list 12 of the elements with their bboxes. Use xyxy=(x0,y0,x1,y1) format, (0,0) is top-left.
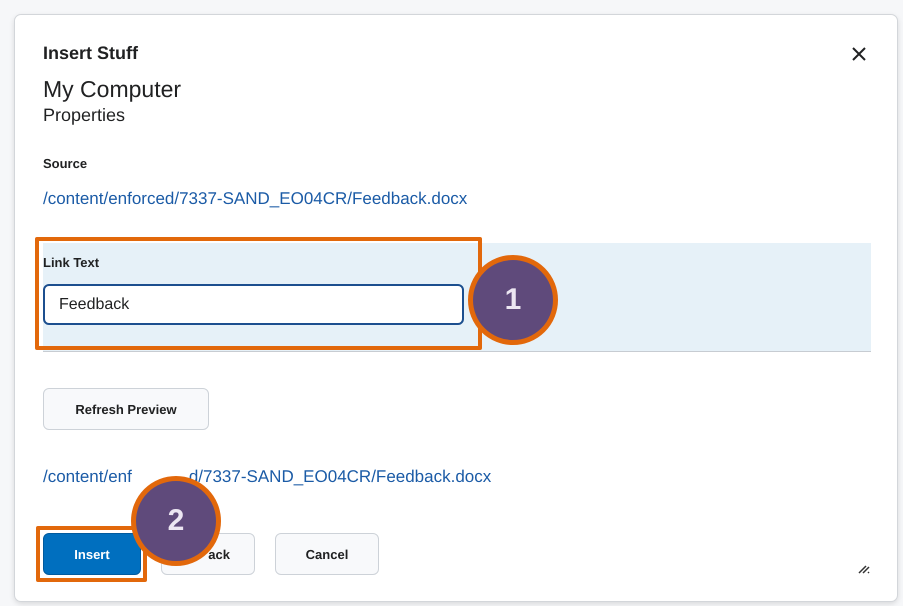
dialog-heading: My Computer xyxy=(43,76,182,103)
source-label: Source xyxy=(43,156,88,171)
refresh-preview-button[interactable]: Refresh Preview xyxy=(43,388,209,430)
preview-link[interactable]: /content/enf xyxy=(43,467,132,487)
source-link[interactable]: /content/enforced/7337-SAND_EO04CR/Feedback.docx xyxy=(43,189,468,209)
dialog-button[interactable]: Cancel xyxy=(275,533,379,575)
insert-button[interactable]: Insert xyxy=(43,533,141,575)
dialog-title: Insert Stuff xyxy=(43,43,138,64)
close-icon[interactable] xyxy=(851,46,867,62)
field-label: Link Text xyxy=(43,255,100,270)
link-text-field[interactable]: Feedback xyxy=(43,284,464,325)
dialog-subheading: Properties xyxy=(43,105,126,126)
